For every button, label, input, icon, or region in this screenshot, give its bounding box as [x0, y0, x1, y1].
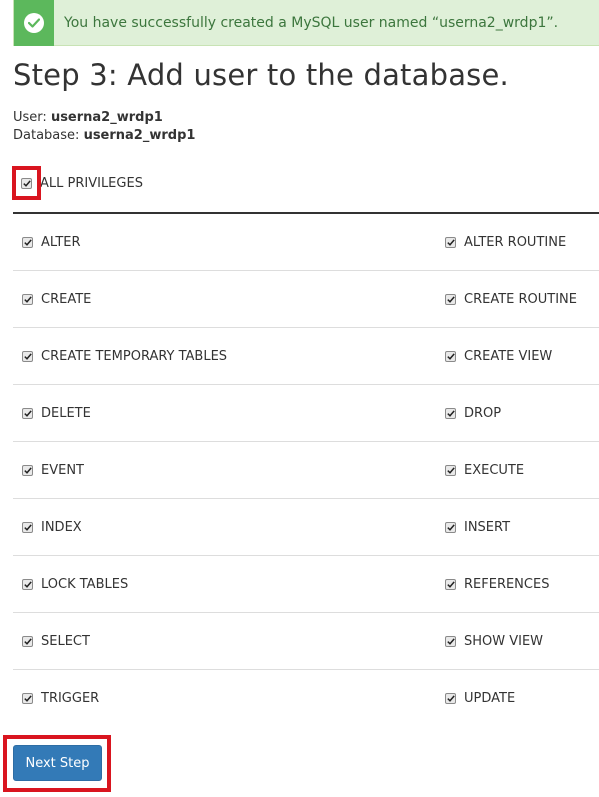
- privilege-option-insert[interactable]: INSERT: [445, 520, 510, 535]
- privilege-row: LOCK TABLES REFERENCES: [13, 556, 599, 613]
- privilege-label: DROP: [464, 406, 502, 421]
- privilege-option-execute[interactable]: EXECUTE: [445, 463, 524, 478]
- privilege-row: DELETE DROP: [13, 385, 599, 442]
- privilege-option-create-view[interactable]: CREATE VIEW: [445, 349, 552, 364]
- privilege-label: CREATE TEMPORARY TABLES: [41, 349, 228, 364]
- privileges-list: ALTER ALTER ROUTINE CREATE CREATE ROUTINE CR…: [13, 214, 599, 726]
- privilege-label: INSERT: [464, 520, 511, 535]
- privilege-checkbox-create-view[interactable]: [445, 351, 456, 362]
- privilege-option-drop[interactable]: DROP: [445, 406, 501, 421]
- privilege-label: CREATE: [41, 292, 92, 307]
- database-label: Database:: [13, 128, 80, 143]
- user-info: User: userna2_wrdp1: [13, 110, 163, 125]
- privilege-label: CREATE VIEW: [464, 349, 553, 364]
- privilege-checkbox-drop[interactable]: [445, 408, 456, 419]
- privilege-checkbox-update[interactable]: [445, 693, 456, 704]
- privilege-option-index[interactable]: INDEX: [22, 520, 82, 535]
- privilege-row: CREATE TEMPORARY TABLES CREATE VIEW: [13, 328, 599, 385]
- success-alert: You have successfully created a MySQL us…: [13, 0, 599, 46]
- privilege-label: EVENT: [41, 463, 84, 478]
- privilege-checkbox-create-temporary-tables[interactable]: [22, 351, 33, 362]
- privilege-row: CREATE CREATE ROUTINE: [13, 271, 599, 328]
- privilege-row: EVENT EXECUTE: [13, 442, 599, 499]
- user-label: User:: [13, 110, 47, 125]
- privilege-label: EXECUTE: [464, 463, 525, 478]
- privilege-checkbox-references[interactable]: [445, 579, 456, 590]
- privilege-label: REFERENCES: [464, 577, 550, 592]
- next-step-button[interactable]: Next Step: [13, 745, 102, 781]
- privilege-option-alter-routine[interactable]: ALTER ROUTINE: [445, 235, 566, 250]
- privilege-checkbox-execute[interactable]: [445, 465, 456, 476]
- privilege-option-trigger[interactable]: TRIGGER: [22, 691, 99, 706]
- privilege-row: INDEX INSERT: [13, 499, 599, 556]
- privilege-row: TRIGGER UPDATE: [13, 670, 599, 726]
- privilege-option-update[interactable]: UPDATE: [445, 691, 515, 706]
- privilege-row: ALTER ALTER ROUTINE: [13, 214, 599, 271]
- privilege-checkbox-lock-tables[interactable]: [22, 579, 33, 590]
- privilege-label: DELETE: [41, 406, 91, 421]
- privilege-checkbox-index[interactable]: [22, 522, 33, 533]
- privilege-label: LOCK TABLES: [41, 577, 129, 592]
- privilege-label: SHOW VIEW: [464, 634, 544, 649]
- privilege-label: UPDATE: [464, 691, 516, 706]
- privilege-option-create-temporary-tables[interactable]: CREATE TEMPORARY TABLES: [22, 349, 227, 364]
- alert-message: You have successfully created a MySQL us…: [64, 14, 559, 31]
- privilege-row: SELECT SHOW VIEW: [13, 613, 599, 670]
- privilege-checkbox-insert[interactable]: [445, 522, 456, 533]
- privilege-checkbox-delete[interactable]: [22, 408, 33, 419]
- privilege-checkbox-trigger[interactable]: [22, 693, 33, 704]
- privilege-label: CREATE ROUTINE: [464, 292, 577, 307]
- database-value: userna2_wrdp1: [83, 128, 196, 143]
- privilege-label: ALTER: [41, 235, 81, 250]
- page-title: Step 3: Add user to the database.: [13, 58, 509, 92]
- alert-icon-container: [14, 0, 54, 46]
- privilege-checkbox-create[interactable]: [22, 294, 33, 305]
- check-circle-icon: [24, 12, 44, 33]
- privilege-checkbox-alter-routine[interactable]: [445, 237, 456, 248]
- privilege-option-show-view[interactable]: SHOW VIEW: [445, 634, 543, 649]
- privilege-option-lock-tables[interactable]: LOCK TABLES: [22, 577, 128, 592]
- all-privileges-label: ALL PRIVILEGES: [40, 176, 143, 191]
- all-privileges-option[interactable]: ALL PRIVILEGES: [21, 176, 143, 191]
- privilege-label: TRIGGER: [41, 691, 100, 706]
- privilege-option-references[interactable]: REFERENCES: [445, 577, 549, 592]
- privilege-checkbox-show-view[interactable]: [445, 636, 456, 647]
- user-value: userna2_wrdp1: [50, 110, 163, 125]
- privilege-label: INDEX: [41, 520, 82, 535]
- privilege-checkbox-select[interactable]: [22, 636, 33, 647]
- all-privileges-checkbox[interactable]: [21, 178, 32, 189]
- privilege-option-create[interactable]: CREATE: [22, 292, 91, 307]
- privilege-checkbox-create-routine[interactable]: [445, 294, 456, 305]
- privilege-label: ALTER ROUTINE: [464, 235, 567, 250]
- privilege-option-delete[interactable]: DELETE: [22, 406, 91, 421]
- privilege-option-select[interactable]: SELECT: [22, 634, 90, 649]
- privilege-option-alter[interactable]: ALTER: [22, 235, 81, 250]
- privilege-option-create-routine[interactable]: CREATE ROUTINE: [445, 292, 577, 307]
- database-info: Database: userna2_wrdp1: [13, 128, 195, 143]
- privilege-label: SELECT: [41, 634, 90, 649]
- privilege-option-event[interactable]: EVENT: [22, 463, 84, 478]
- privilege-checkbox-event[interactable]: [22, 465, 33, 476]
- privilege-checkbox-alter[interactable]: [22, 237, 33, 248]
